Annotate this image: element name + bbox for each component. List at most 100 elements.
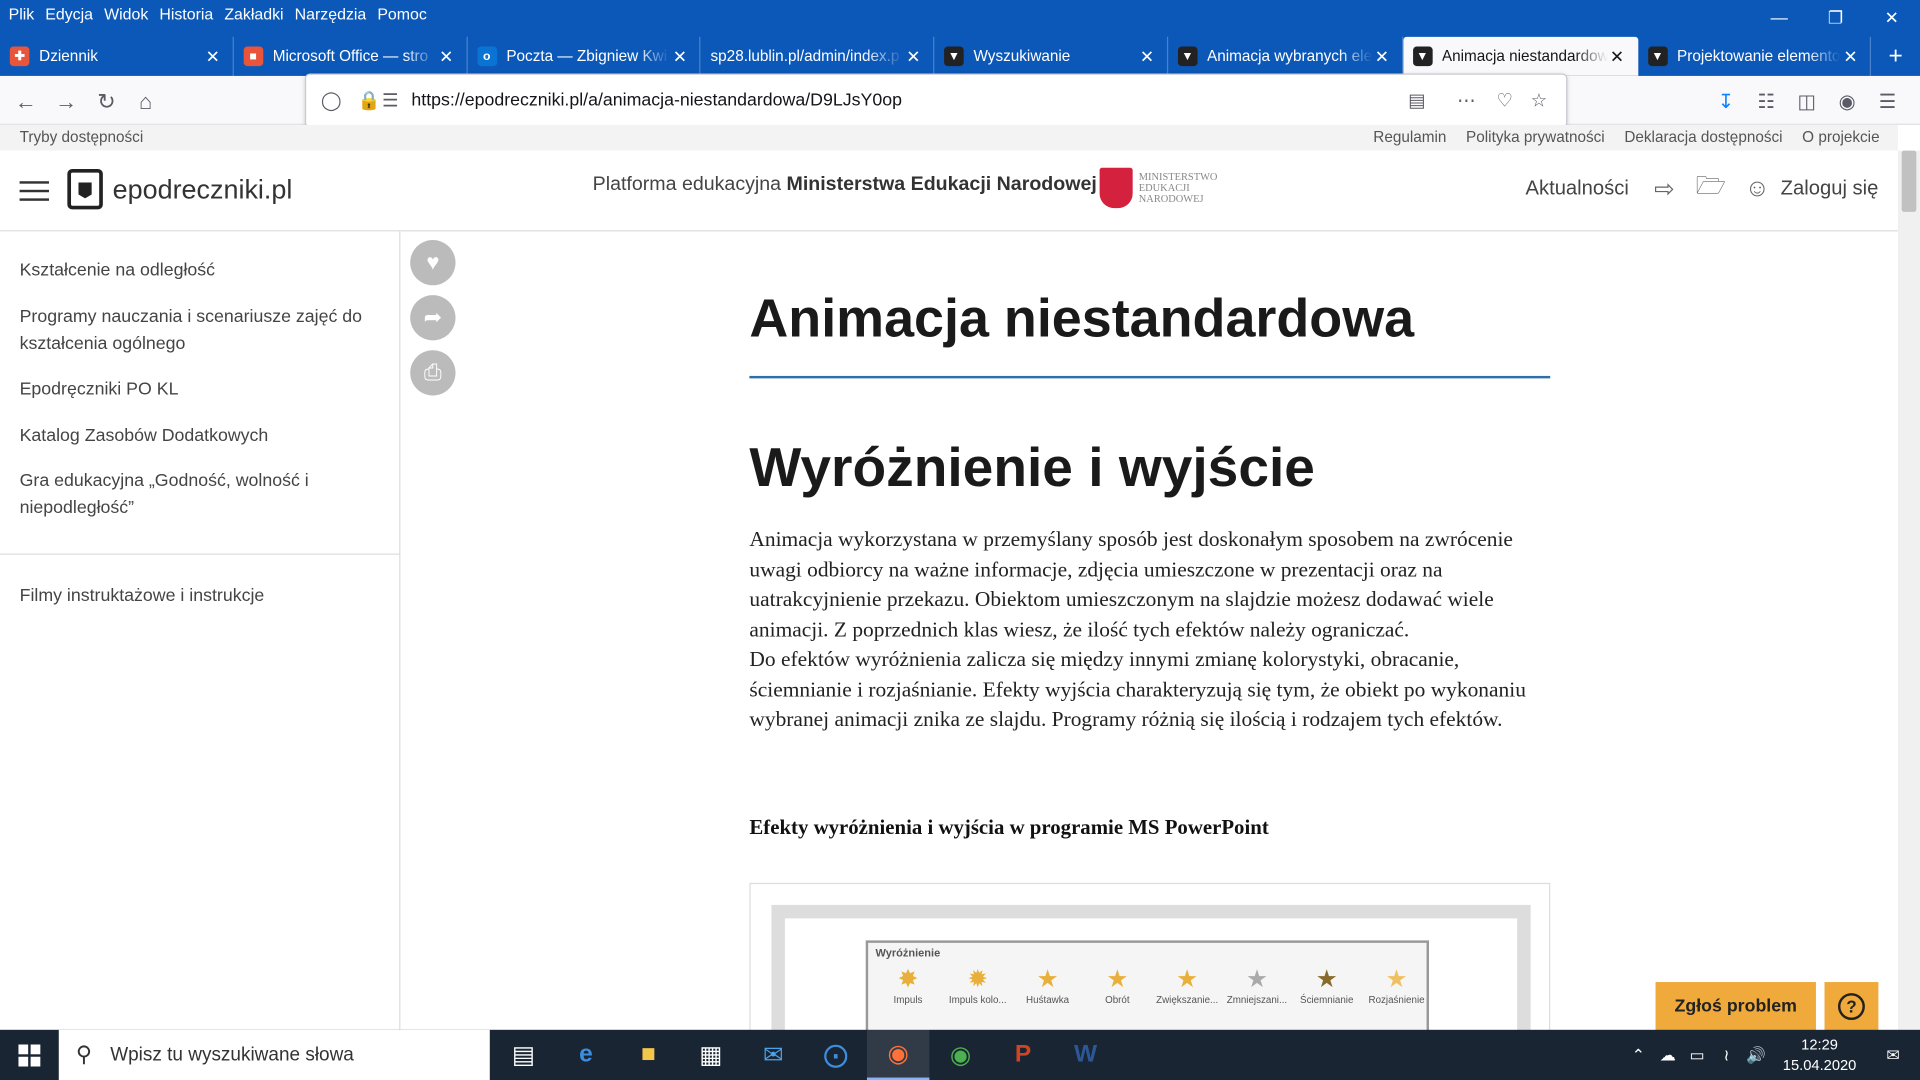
link-accessibility-declaration[interactable]: Deklaracja dostępności <box>1624 129 1782 146</box>
firefox-icon[interactable]: ◉ <box>866 1029 930 1080</box>
close-tab-icon[interactable]: ✕ <box>904 46 924 67</box>
reload-button[interactable]: ↻ <box>91 86 123 118</box>
help-button[interactable]: ? <box>1824 982 1879 1032</box>
tab-poczta[interactable]: o Poczta — Zbigniew Kwi ✕ <box>467 36 701 76</box>
sidebar-item-catalog[interactable]: Katalog Zasobów Dodatkowych <box>20 422 375 449</box>
file-explorer-icon[interactable]: ■ <box>617 1030 679 1080</box>
teamviewer-icon[interactable]: ⨀ <box>804 1030 866 1080</box>
effect-star-icon: ★ <box>1385 966 1408 994</box>
bookmark-star-icon[interactable]: ☆ <box>1531 89 1547 112</box>
link-regulamin[interactable]: Regulamin <box>1373 129 1446 146</box>
clock-time: 12:29 <box>1801 1035 1838 1053</box>
tab-animacja-wybranych[interactable]: ▼ Animacja wybranych ele ✕ <box>1168 36 1403 76</box>
effect-star-icon: ✹ <box>967 966 989 994</box>
menu-widok[interactable]: Widok <box>104 4 148 22</box>
menu-pomoc[interactable]: Pomoc <box>377 4 427 22</box>
close-tab-icon[interactable]: ✕ <box>437 46 457 67</box>
lock-icon[interactable]: 🔒 <box>358 89 381 112</box>
chrome-icon[interactable]: ◉ <box>929 1030 991 1080</box>
menu-historia[interactable]: Historia <box>159 4 213 22</box>
news-link[interactable]: Aktualności <box>1525 177 1628 200</box>
account-icon[interactable]: ◉ <box>1827 86 1867 118</box>
scrollbar-thumb[interactable] <box>1901 150 1917 212</box>
close-tab-icon[interactable]: ✕ <box>1137 46 1157 67</box>
tab-sp28-admin[interactable]: sp28.lublin.pl/admin/index.p ✕ <box>701 36 935 76</box>
tab-strip: ✚ Dziennik ✕ ■ Microsoft Office — stro ✕… <box>0 36 1920 76</box>
battery-icon[interactable]: ▭ <box>1682 1045 1711 1065</box>
permissions-icon[interactable]: ☰ <box>382 89 398 112</box>
close-tab-icon[interactable]: ✕ <box>1841 46 1861 67</box>
share-icon[interactable]: ➦ <box>410 295 456 341</box>
sidebar-item-educational-game[interactable]: Gra edukacyjna „Godność, wolność i niepo… <box>20 468 375 522</box>
tab-label: Animacja wybranych ele <box>1207 47 1373 65</box>
library-icon[interactable]: ☷ <box>1746 86 1786 118</box>
user-icon[interactable]: ☺ <box>1744 174 1771 202</box>
favorite-heart-icon[interactable]: ♥ <box>410 240 456 286</box>
new-tab-button[interactable]: + <box>1871 37 1920 76</box>
menu-edycja[interactable]: Edycja <box>45 4 93 22</box>
sidebar-item-tutorial-videos[interactable]: Filmy instruktażowe i instrukcje <box>20 583 375 610</box>
hamburger-menu-icon[interactable] <box>19 175 49 204</box>
downloads-icon[interactable]: ↧ <box>1706 86 1746 118</box>
close-tab-icon[interactable]: ✕ <box>1607 46 1627 67</box>
tracking-protection-icon[interactable]: ◯ <box>321 89 342 112</box>
site-logo[interactable]: epodreczniki.pl <box>67 168 292 210</box>
close-tab-icon[interactable]: ✕ <box>203 46 223 67</box>
sidebar-toggle-icon[interactable]: ◫ <box>1787 86 1827 118</box>
effect-star-icon: ★ <box>1036 966 1059 994</box>
tray-overflow-icon[interactable]: ⌃ <box>1624 1045 1653 1065</box>
taskbar-search[interactable]: ⚲ Wpisz tu wyszukiwane słowa <box>58 1029 490 1080</box>
url-bar[interactable]: ◯ 🔒 ☰ https://epodreczniki.pl/a/animacja… <box>304 73 1568 128</box>
volume-icon[interactable]: 🔊 <box>1741 1045 1770 1065</box>
restore-button[interactable]: ❐ <box>1807 0 1863 34</box>
mail-icon[interactable]: ✉ <box>742 1030 804 1080</box>
tab-projektowanie[interactable]: ▼ Projektowanie elemento ✕ <box>1638 36 1872 76</box>
login-link[interactable]: Zaloguj się <box>1781 177 1879 200</box>
outlook-icon: o <box>476 46 497 67</box>
sign-in-arrow-icon[interactable]: ⇨ <box>1651 175 1678 203</box>
word-icon[interactable]: W <box>1054 1030 1116 1080</box>
page-actions-icon[interactable]: ⋯ <box>1457 89 1475 112</box>
minimize-button[interactable]: — <box>1751 0 1807 34</box>
forward-button[interactable]: → <box>50 86 82 118</box>
taskbar-apps: ▤ e ■ ▦ ✉ ⨀ ◉ ◉ P W <box>492 1029 1116 1080</box>
menu-zakladki[interactable]: Zakładki <box>224 4 283 22</box>
back-button[interactable]: ← <box>10 86 42 118</box>
menu-narzedzia[interactable]: Narzędzia <box>295 4 367 22</box>
sidebar-item-curricula[interactable]: Programy nauczania i scenariusze zajęć d… <box>20 304 375 358</box>
task-view-icon[interactable]: ▤ <box>492 1030 554 1080</box>
wifi-icon[interactable]: ≀ <box>1712 1045 1741 1065</box>
url-text[interactable]: https://epodreczniki.pl/a/animacja-niest… <box>411 91 902 111</box>
reader-view-icon[interactable]: ▤ <box>1408 89 1425 112</box>
pocket-icon[interactable]: ♡ <box>1496 89 1512 112</box>
report-problem-button[interactable]: Zgłoś problem <box>1655 982 1816 1032</box>
app-menu-icon[interactable]: ☰ <box>1867 86 1907 118</box>
home-button[interactable]: ⌂ <box>130 86 162 118</box>
page-scrollbar[interactable] <box>1897 150 1920 1030</box>
action-center-icon[interactable]: ✉ <box>1878 1045 1907 1065</box>
powerpoint-icon[interactable]: P <box>992 1030 1054 1080</box>
tab-animacja-niestandardowa[interactable]: ▼ Animacja niestandardow ✕ <box>1402 36 1638 76</box>
edge-icon[interactable]: e <box>555 1030 617 1080</box>
sidebar-item-distance-learning[interactable]: Kształcenie na odległość <box>20 257 375 284</box>
effect-label: Zwiększanie... <box>1156 994 1219 1006</box>
tab-microsoft-office[interactable]: ■ Microsoft Office — stro ✕ <box>234 36 468 76</box>
tab-wyszukiwanie[interactable]: ▼ Wyszukiwanie ✕ <box>934 36 1168 76</box>
onedrive-icon[interactable]: ☁ <box>1653 1045 1682 1065</box>
sidebar-item-epodreczniki-pokl[interactable]: Epodręczniki PO KL <box>20 376 375 403</box>
close-tab-icon[interactable]: ✕ <box>1372 46 1392 67</box>
windows-logo-icon <box>18 1043 41 1066</box>
store-icon[interactable]: ▦ <box>680 1030 742 1080</box>
top-links: Regulamin Polityka prywatności Deklaracj… <box>1373 129 1879 146</box>
link-privacy[interactable]: Polityka prywatności <box>1466 129 1605 146</box>
menu-plik[interactable]: Plik <box>9 4 35 22</box>
accessibility-modes-link[interactable]: Tryby dostępności <box>20 129 144 146</box>
close-window-button[interactable]: ✕ <box>1864 0 1920 34</box>
link-about[interactable]: O projekcie <box>1802 129 1879 146</box>
print-icon[interactable]: ⎙ <box>410 350 456 396</box>
tab-dziennik[interactable]: ✚ Dziennik ✕ <box>0 36 234 76</box>
start-button[interactable] <box>0 1030 59 1080</box>
clock[interactable]: 12:29 15.04.2020 <box>1783 1034 1857 1076</box>
folder-icon[interactable]: 🗁 <box>1696 173 1726 202</box>
close-tab-icon[interactable]: ✕ <box>670 46 690 67</box>
